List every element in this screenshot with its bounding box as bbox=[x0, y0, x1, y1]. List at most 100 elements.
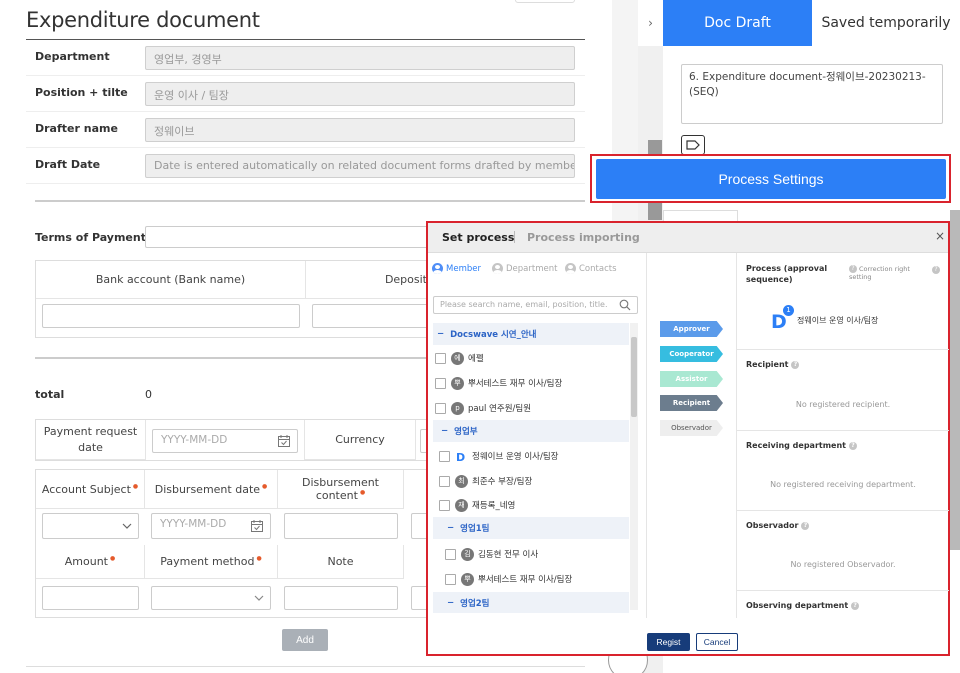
member-checkbox[interactable] bbox=[435, 377, 446, 389]
right-scrollbar[interactable] bbox=[950, 210, 960, 550]
approver-button[interactable]: Approver bbox=[660, 321, 723, 337]
approver-name: 정웨이브 운영 이사/팀장 bbox=[797, 315, 879, 325]
total-value: 0 bbox=[145, 388, 152, 401]
tree-member[interactable]: p paul 연주원/팀원 bbox=[433, 397, 629, 419]
payment-request-date-input[interactable]: YYYY-MM-DD bbox=[152, 429, 298, 453]
tag-icon bbox=[686, 140, 700, 150]
member-checkbox[interactable] bbox=[439, 475, 450, 487]
calendar-icon[interactable] bbox=[277, 434, 291, 448]
payment-request-table: Payment request date YYYY-MM-DD Currency bbox=[35, 419, 438, 461]
tree-member[interactable]: 김 김동현 전무 이사 bbox=[433, 543, 629, 565]
tab-set-process[interactable]: Set process bbox=[442, 231, 514, 244]
help-icon[interactable]: ? bbox=[932, 266, 940, 274]
cancel-button[interactable]: Cancel bbox=[696, 633, 738, 651]
field-label: Draft Date bbox=[35, 158, 101, 171]
tab-divider bbox=[514, 231, 515, 243]
member-tree: − Docswave 시연_안내 에 에펠 뿌 뿌서테스트 재무 이사/팀장 p … bbox=[433, 323, 638, 613]
tab-process-importing[interactable]: Process importing bbox=[527, 231, 640, 244]
member-icon bbox=[432, 263, 443, 274]
collapse-panel-button[interactable]: › bbox=[638, 0, 663, 46]
disbursement-content-header: Disbursement content bbox=[278, 470, 404, 509]
tree-member[interactable]: 에 에펠 bbox=[433, 347, 629, 369]
process-panel: Process (approval sequence) ? Correction … bbox=[736, 253, 949, 618]
tree-scrollbar-thumb[interactable] bbox=[631, 337, 637, 417]
empty-message: No registered recipient. bbox=[795, 400, 891, 409]
tree-member[interactable]: 최 최준수 부장/팀장 bbox=[433, 470, 629, 492]
date-placeholder: YYYY-MM-DD bbox=[161, 434, 228, 446]
avatar: 재 bbox=[455, 498, 468, 512]
member-checkbox[interactable] bbox=[439, 499, 450, 511]
member-checkbox[interactable] bbox=[435, 402, 446, 414]
tab-doc-draft[interactable]: Doc Draft bbox=[663, 0, 812, 46]
receiving-department-section: Receiving department? No registered rece… bbox=[737, 431, 949, 511]
source-tab-department[interactable]: Department bbox=[492, 263, 557, 274]
avatar: 뿌 bbox=[461, 572, 474, 586]
docswave-logo-icon: D bbox=[456, 451, 465, 463]
close-icon[interactable]: × bbox=[935, 229, 945, 243]
bank-account-input[interactable] bbox=[42, 304, 300, 328]
section-divider bbox=[35, 200, 585, 202]
amount-header: Amount bbox=[36, 545, 145, 579]
tree-group[interactable]: − 영업부 bbox=[433, 420, 629, 442]
member-picker: Member Department Contacts Please search… bbox=[428, 253, 647, 618]
top-button-stub[interactable] bbox=[515, 0, 575, 3]
member-checkbox[interactable] bbox=[445, 573, 456, 585]
note-input[interactable] bbox=[284, 586, 398, 610]
section-title: Observing department? bbox=[746, 601, 860, 610]
tree-member[interactable]: 뿌 뿌서테스트 재무 이사/팀장 bbox=[433, 568, 629, 590]
terms-of-payment-input[interactable] bbox=[145, 226, 435, 248]
amount-input[interactable] bbox=[42, 586, 139, 610]
calendar-icon[interactable] bbox=[250, 519, 264, 533]
tree-group[interactable]: − Docswave 시연_안내 bbox=[433, 323, 629, 345]
total-label: total bbox=[35, 388, 65, 401]
cooperator-button[interactable]: Cooperator bbox=[660, 346, 723, 362]
tree-member[interactable]: 뿌 뿌서테스트 재무 이사/팀장 bbox=[433, 372, 629, 394]
bottom-divider bbox=[26, 666, 585, 667]
deposit-header: Deposit bbox=[306, 261, 436, 299]
tag-button[interactable] bbox=[681, 135, 705, 155]
section-title: Recipient? bbox=[746, 360, 800, 369]
set-process-modal: Set process Process importing × Member D… bbox=[426, 221, 950, 656]
deposit-input[interactable] bbox=[312, 304, 432, 328]
tree-group[interactable]: − 영업2팀 bbox=[433, 592, 629, 613]
document-title: Expenditure document bbox=[26, 8, 260, 32]
assistor-button[interactable]: Assistor bbox=[660, 371, 723, 387]
member-checkbox[interactable] bbox=[435, 352, 446, 364]
modal-header: Set process Process importing × bbox=[428, 223, 948, 253]
tree-member[interactable]: 재 재등록_네영 bbox=[433, 494, 629, 516]
avatar: 뿌 bbox=[451, 376, 464, 390]
avatar: 최 bbox=[455, 474, 468, 488]
approver-entry[interactable]: D 1 정웨이브 운영 이사/팀장 bbox=[769, 305, 879, 331]
regist-button[interactable]: Regist bbox=[647, 633, 690, 651]
disbursement-content-input[interactable] bbox=[284, 513, 398, 539]
observador-button[interactable]: Observador bbox=[660, 420, 723, 436]
draft-date-field: Date is entered automatically on related… bbox=[145, 154, 575, 178]
member-checkbox[interactable] bbox=[439, 450, 450, 462]
source-tab-contacts[interactable]: Contacts bbox=[565, 263, 617, 274]
search-icon[interactable] bbox=[619, 299, 631, 311]
search-input[interactable]: Please search name, email, position, tit… bbox=[433, 296, 638, 314]
field-label: Drafter name bbox=[35, 122, 118, 135]
disbursement-date-input[interactable]: YYYY-MM-DD bbox=[151, 513, 271, 539]
chevron-down-icon bbox=[254, 595, 264, 601]
add-row-button[interactable]: Add bbox=[282, 629, 328, 651]
correction-right-setting[interactable]: ? Correction right setting bbox=[849, 265, 929, 282]
source-tab-member[interactable]: Member bbox=[432, 263, 481, 274]
field-row-draft-date: Draft Date Date is entered automatically… bbox=[26, 148, 585, 184]
process-title: Process (approval sequence) bbox=[746, 264, 828, 285]
tab-saved-temporarily[interactable]: Saved temporarily bbox=[812, 0, 960, 46]
recipient-section: Recipient? No registered recipient. bbox=[737, 350, 949, 431]
tree-member[interactable]: D 정웨이브 운영 이사/팀장 bbox=[433, 445, 629, 467]
process-settings-button[interactable]: Process Settings bbox=[596, 159, 946, 199]
recipient-button[interactable]: Recipient bbox=[660, 395, 723, 411]
currency-label: Currency bbox=[304, 420, 416, 460]
account-subject-select[interactable] bbox=[42, 513, 139, 539]
avatar: 김 bbox=[461, 547, 474, 561]
member-checkbox[interactable] bbox=[445, 548, 456, 560]
document-name-field[interactable]: 6. Expenditure document-정웨이브-20230213-(S… bbox=[681, 64, 943, 124]
process-section: Process (approval sequence) ? Correction … bbox=[737, 253, 949, 350]
tree-group[interactable]: − 영업1팀 bbox=[433, 517, 629, 539]
avatar: p bbox=[451, 401, 464, 415]
payment-method-select[interactable] bbox=[151, 586, 271, 610]
field-row-position: Position + tilte 운영 이사 / 팀장 bbox=[26, 76, 585, 112]
